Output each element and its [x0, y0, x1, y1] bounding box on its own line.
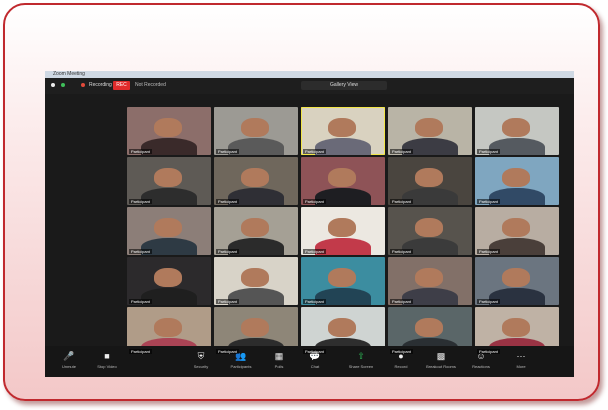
- participant-name: Participant: [477, 299, 500, 304]
- participant-tile[interactable]: Participant: [388, 107, 472, 155]
- participant-tile[interactable]: Participant: [475, 207, 559, 255]
- participant-name: Participant: [390, 249, 413, 254]
- toolbar-label: Participants: [230, 364, 252, 369]
- participant-name: Participant: [477, 349, 500, 354]
- participant-name: Participant: [303, 349, 326, 354]
- participant-tile[interactable]: Participant: [214, 257, 298, 305]
- toolbar-label: Breakout Rooms: [426, 364, 456, 369]
- participant-tile[interactable]: Participant: [127, 257, 211, 305]
- participant-tile[interactable]: Participant: [127, 107, 211, 155]
- participant-tile[interactable]: Participant: [214, 207, 298, 255]
- participant-tile[interactable]: Participant: [475, 257, 559, 305]
- toolbar-label: Record: [394, 364, 408, 369]
- participant-name: Participant: [216, 299, 239, 304]
- more-button[interactable]: ⋯ More: [501, 349, 541, 375]
- participant-name: Participant: [216, 349, 239, 354]
- participant-grid: Participant Participant Participant Partici…: [127, 107, 559, 355]
- recording-status: Not Recorded: [135, 82, 166, 88]
- participant-name: Participant: [303, 299, 326, 304]
- window-title: Zoom Meeting: [53, 71, 85, 77]
- shield-icon: ⛨: [197, 351, 205, 361]
- participant-name: Participant: [477, 149, 500, 154]
- participant-tile[interactable]: Participant: [301, 157, 385, 205]
- participant-name: Participant: [390, 149, 413, 154]
- participant-tile[interactable]: Participant: [127, 207, 211, 255]
- toolbar-label: More: [516, 364, 526, 369]
- info-icon[interactable]: [51, 83, 55, 87]
- unmute-button[interactable]: 🎤 Unmute: [49, 349, 89, 375]
- participant-tile[interactable]: Participant: [388, 157, 472, 205]
- rec-badge[interactable]: REC: [113, 81, 130, 90]
- meeting-topbar: Recording REC Not Recorded Gallery View: [45, 78, 574, 94]
- participant-name: Participant: [477, 249, 500, 254]
- share-screen-button[interactable]: ⇧ Share Screen: [341, 349, 381, 375]
- participant-name: Participant: [390, 349, 413, 354]
- participant-name: Participant: [129, 149, 152, 154]
- shield-icon[interactable]: [61, 83, 65, 87]
- participant-tile[interactable]: Participant: [214, 107, 298, 155]
- participant-tile[interactable]: Participant: [388, 207, 472, 255]
- microphone-icon: 🎤: [63, 351, 75, 361]
- participant-tile[interactable]: Participant: [475, 157, 559, 205]
- participant-tile[interactable]: Participant: [301, 207, 385, 255]
- participant-name: Participant: [390, 299, 413, 304]
- participant-name: Participant: [216, 149, 239, 154]
- participant-name: Participant: [303, 149, 326, 154]
- video-camera-icon: ■: [104, 351, 110, 361]
- participant-tile[interactable]: Participant: [475, 107, 559, 155]
- breakout-rooms-icon: ▩: [436, 351, 446, 361]
- recording-dot-icon: [81, 83, 85, 87]
- participant-name: Participant: [129, 249, 152, 254]
- toolbar-label: Stop Video: [97, 364, 117, 369]
- stop-video-button[interactable]: ■ Stop Video: [87, 349, 127, 375]
- security-button[interactable]: ⛨ Security: [181, 349, 221, 375]
- participant-name: Participant: [129, 299, 152, 304]
- zoom-window: Zoom Meeting Recording REC Not Recorded …: [45, 71, 574, 377]
- recording-label: Recording: [89, 82, 112, 88]
- participant-name: Participant: [477, 199, 500, 204]
- participant-name: Participant: [303, 249, 326, 254]
- participant-tile[interactable]: Participant: [301, 107, 385, 155]
- gallery-view-button[interactable]: Gallery View: [301, 81, 387, 90]
- toolbar-label: Polls: [274, 364, 284, 369]
- toolbar-label: Security: [193, 364, 209, 369]
- participant-name: Participant: [216, 199, 239, 204]
- toolbar-label: Reactions: [472, 364, 490, 369]
- participant-name: Participant: [303, 199, 326, 204]
- toolbar-label: Share Screen: [348, 364, 374, 369]
- share-screen-icon: ⇧: [357, 351, 365, 361]
- participant-tile[interactable]: Participant: [301, 257, 385, 305]
- participant-name: Participant: [129, 199, 152, 204]
- participant-tile[interactable]: Participant: [388, 257, 472, 305]
- toolbar-label: Unmute: [61, 364, 76, 369]
- more-icon: ⋯: [516, 351, 526, 361]
- toolbar-label: Chat: [310, 364, 320, 369]
- participant-name: Participant: [390, 199, 413, 204]
- breakout-rooms-button[interactable]: ▩ Breakout Rooms: [421, 349, 461, 375]
- participant-name: Participant: [129, 349, 152, 354]
- participant-tile[interactable]: Participant: [214, 157, 298, 205]
- participant-tile[interactable]: Participant: [127, 157, 211, 205]
- participant-name: Participant: [216, 249, 239, 254]
- polls-icon: ▦: [274, 351, 284, 361]
- polls-button[interactable]: ▦ Polls: [259, 349, 299, 375]
